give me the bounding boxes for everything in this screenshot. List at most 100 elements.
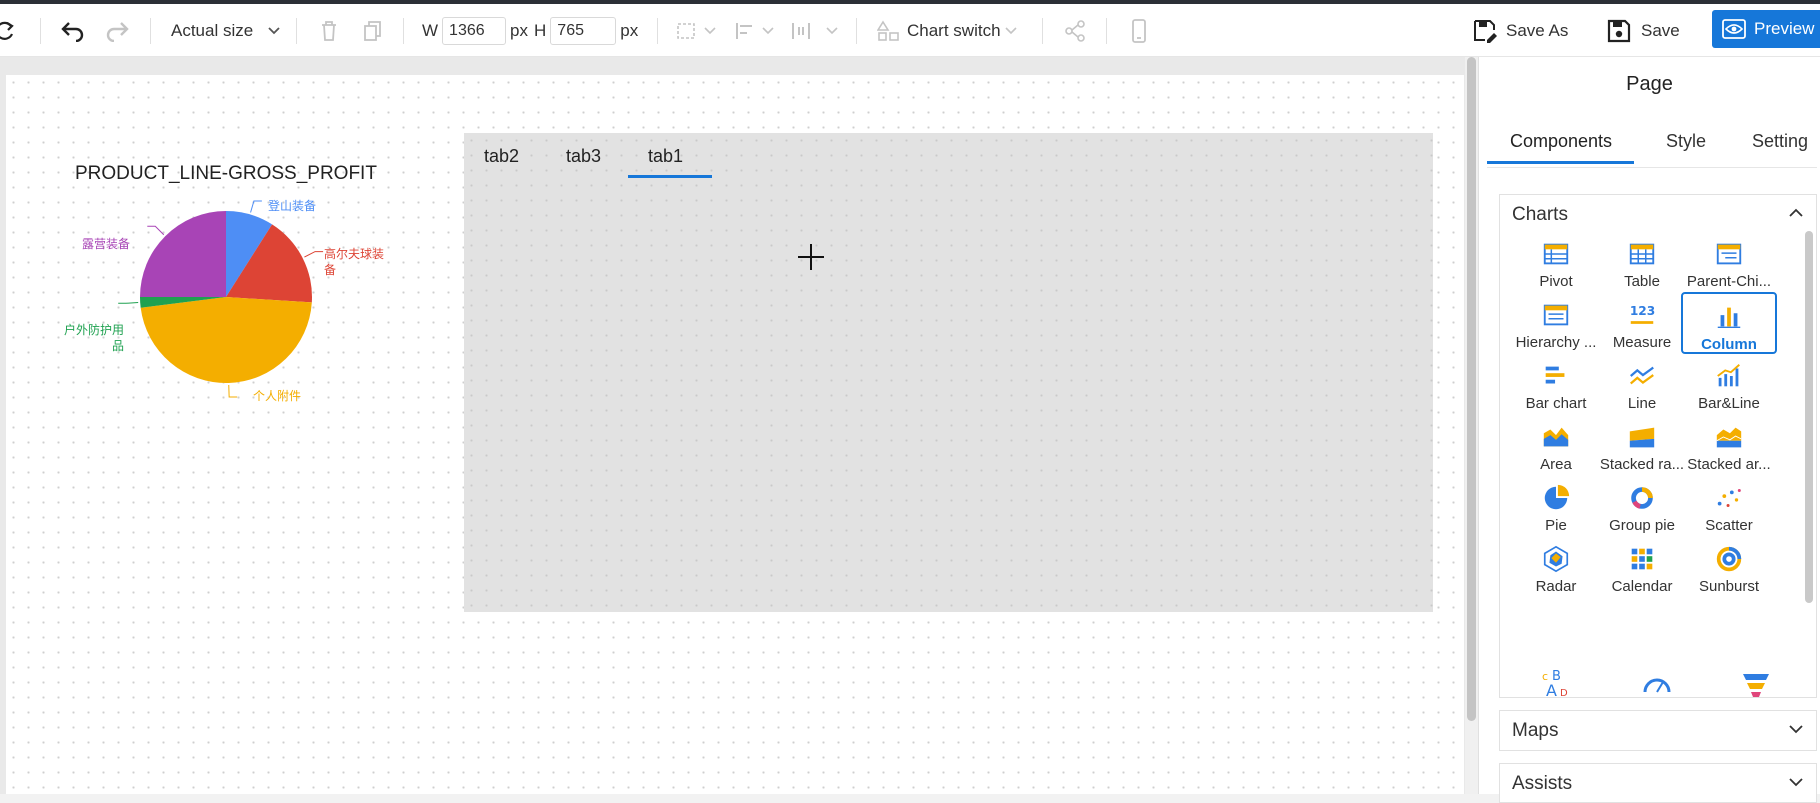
- mobile-icon: [1132, 18, 1146, 43]
- crosshair-cursor-icon: [798, 244, 824, 270]
- size-controls: W 1366 px H 765 px: [422, 4, 638, 57]
- align-left-icon: [736, 22, 752, 39]
- save-button[interactable]: Save: [1607, 4, 1680, 57]
- height-input[interactable]: 765: [550, 16, 617, 45]
- component-pie[interactable]: Pie: [1508, 475, 1604, 537]
- component-stacked-area[interactable]: Stacked ar...: [1681, 414, 1777, 476]
- charts-section: Charts Pivot Table Parent-Chi... Hierarchy …: [1499, 194, 1817, 698]
- tab-style[interactable]: Style: [1666, 131, 1706, 152]
- tab-components[interactable]: Components: [1510, 131, 1612, 152]
- measure-icon: 123: [1630, 304, 1655, 324]
- toolbar-divider: [403, 18, 404, 44]
- component-stacked-range[interactable]: Stacked ra...: [1594, 414, 1690, 476]
- parent-child-icon: [1716, 243, 1742, 265]
- panel-scrollbar[interactable]: [1805, 231, 1813, 603]
- distribute-dropdown[interactable]: [790, 4, 838, 57]
- component-label: Sunburst: [1698, 578, 1760, 595]
- pie-label-mountain-gear: 登山装备: [268, 199, 317, 213]
- component-bar-line[interactable]: Bar&Line: [1681, 353, 1777, 415]
- zoom-select[interactable]: Actual size: [171, 4, 281, 57]
- copy-button[interactable]: [363, 4, 383, 57]
- eye-icon: [1722, 19, 1746, 39]
- tab-setting[interactable]: Setting: [1752, 131, 1808, 152]
- save-as-button[interactable]: Save As: [1472, 4, 1568, 57]
- chevron-down-icon: [704, 26, 716, 34]
- undo-icon: [61, 21, 84, 42]
- assists-section-title: Assists: [1512, 773, 1573, 794]
- tab-tab3[interactable]: tab3: [566, 146, 601, 167]
- component-line[interactable]: Line: [1594, 353, 1690, 415]
- component-hierarchy[interactable]: Hierarchy ...: [1508, 292, 1604, 354]
- pie-label-camping-gear: 露营装备: [82, 237, 131, 251]
- refresh-button[interactable]: [0, 4, 16, 57]
- distribute-icon: [792, 22, 810, 39]
- component-label: Scatter: [1705, 517, 1753, 534]
- word-cloud-icon[interactable]: c BA D: [1540, 668, 1572, 698]
- component-label: Group pie: [1609, 517, 1675, 534]
- column-icon: [1717, 307, 1741, 329]
- chevron-down-icon: [1789, 778, 1803, 787]
- share-button[interactable]: [1064, 4, 1086, 57]
- tab-tab2[interactable]: tab2: [484, 146, 519, 167]
- component-group-pie[interactable]: Group pie: [1594, 475, 1690, 537]
- mobile-view-button[interactable]: [1131, 4, 1147, 57]
- stacked-area-icon: [1716, 427, 1742, 448]
- width-unit: px: [510, 20, 529, 40]
- component-calendar[interactable]: Calendar: [1594, 536, 1690, 598]
- chevron-down-icon: [1789, 725, 1803, 734]
- chevron-up-icon[interactable]: [1788, 207, 1804, 219]
- canvas-scrollbar-thumb[interactable]: [1467, 57, 1476, 721]
- component-bar-chart[interactable]: Bar chart: [1508, 353, 1604, 415]
- area-icon: [1543, 427, 1569, 447]
- toolbar-divider: [1106, 18, 1107, 44]
- radar-icon: [1543, 545, 1569, 573]
- component-parent-child[interactable]: Parent-Chi...: [1681, 231, 1777, 293]
- redo-icon: [106, 21, 129, 42]
- active-tab-indicator: [628, 175, 712, 178]
- refresh-icon: [0, 21, 14, 40]
- table-icon: [1629, 243, 1655, 265]
- component-radar[interactable]: Radar: [1508, 536, 1604, 598]
- delete-button[interactable]: [319, 4, 339, 57]
- tab-tab1[interactable]: tab1: [648, 146, 683, 167]
- panel-tabs: Components Style Setting: [1487, 117, 1817, 168]
- height-unit: px: [620, 20, 639, 40]
- canvas-scrollbar[interactable]: [1465, 57, 1478, 794]
- share-icon: [1065, 19, 1085, 42]
- funnel-icon[interactable]: [1740, 668, 1772, 698]
- tab-container[interactable]: tab2 tab3 tab1: [464, 133, 1433, 612]
- chevron-down-icon: [268, 26, 280, 34]
- component-sunburst[interactable]: Sunburst: [1681, 536, 1777, 598]
- chart-title: PRODUCT_LINE-GROSS_PROFIT: [75, 163, 377, 184]
- chevron-down-icon: [762, 26, 774, 34]
- component-pivot[interactable]: Pivot: [1508, 231, 1604, 293]
- maps-section[interactable]: Maps: [1499, 710, 1817, 751]
- height-label: H: [534, 20, 547, 40]
- width-label: W: [422, 20, 439, 40]
- component-area[interactable]: Area: [1508, 414, 1604, 476]
- assists-section[interactable]: Assists: [1499, 763, 1817, 803]
- component-column[interactable]: Column: [1681, 292, 1777, 354]
- group-pie-icon: [1631, 487, 1653, 509]
- component-label: Calendar: [1611, 578, 1673, 595]
- component-scatter[interactable]: Scatter: [1681, 475, 1777, 537]
- component-label: Bar chart: [1525, 395, 1587, 412]
- undo-button[interactable]: [58, 4, 86, 57]
- chart-switch-label: Chart switch: [907, 20, 1001, 40]
- component-label: Line: [1627, 395, 1657, 412]
- active-panel-tab-indicator: [1487, 161, 1634, 164]
- layer-dropdown[interactable]: [676, 4, 716, 57]
- component-table[interactable]: Table: [1594, 231, 1690, 293]
- preview-button[interactable]: Preview: [1712, 10, 1820, 48]
- width-input[interactable]: 1366: [442, 16, 507, 45]
- save-as-icon: [1474, 19, 1497, 43]
- component-label: Hierarchy ...: [1515, 334, 1597, 351]
- align-dropdown[interactable]: [734, 4, 774, 57]
- component-measure[interactable]: 123 Measure: [1594, 292, 1690, 354]
- chart-switch-button[interactable]: Chart switch: [877, 4, 1017, 57]
- pie-label-golf-gear: 高尔夫球装备: [324, 247, 385, 277]
- component-label: Bar&Line: [1698, 395, 1760, 412]
- charts-section-title[interactable]: Charts: [1512, 204, 1568, 226]
- gauge-icon[interactable]: [1641, 668, 1673, 698]
- redo-button[interactable]: [104, 4, 132, 57]
